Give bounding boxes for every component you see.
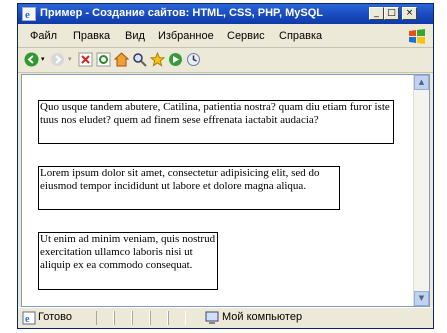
text-block-1: Quo usque tandem abutere, Catilina, pati… (38, 100, 394, 144)
status-cell (168, 311, 186, 325)
status-cell (150, 311, 168, 325)
window-title: Пример - Создание сайтов: HTML, CSS, PHP… (40, 7, 323, 19)
history-icon[interactable] (186, 52, 201, 67)
page-icon: e (22, 311, 36, 325)
scroll-down-button[interactable]: ▼ (414, 291, 429, 306)
status-bar: e Готово Мой компьютер (18, 307, 433, 328)
page-content[interactable]: Quo usque tandem abutere, Catilina, pati… (21, 74, 430, 307)
text-block-2: Lorem ipsum dolor sit amet, consectetur … (38, 166, 340, 210)
maximize-button[interactable]: □ (384, 7, 399, 20)
title-bar[interactable]: e Пример - Создание сайтов: HTML, CSS, P… (18, 4, 433, 24)
menu-bar: Файл Правка Вид Избранное Сервис Справка (18, 25, 433, 48)
menu-help[interactable]: Справка (279, 30, 322, 42)
text-block-3: Ut enim ad minim veniam, quis nostrud ex… (38, 232, 218, 290)
menu-tools[interactable]: Сервис (227, 30, 265, 42)
close-button[interactable]: × (402, 7, 417, 20)
svg-text:e: e (25, 9, 30, 21)
vertical-scrollbar[interactable]: ▲ ▼ (413, 75, 429, 306)
svg-text:e: e (25, 314, 30, 325)
computer-icon (205, 311, 219, 324)
home-icon[interactable] (114, 52, 129, 67)
scroll-up-button[interactable]: ▲ (414, 75, 429, 90)
media-icon[interactable] (168, 52, 183, 67)
menu-favorites[interactable]: Избранное (158, 30, 214, 42)
windows-logo-icon (409, 29, 425, 44)
search-icon[interactable] (132, 52, 147, 67)
status-text: Готово (38, 311, 72, 323)
forward-icon[interactable] (50, 52, 65, 67)
minimize-button[interactable]: _ (369, 7, 384, 20)
menu-view[interactable]: Вид (125, 30, 145, 42)
favorites-icon[interactable] (150, 52, 165, 67)
status-cell (114, 311, 132, 325)
menu-edit[interactable]: Правка (73, 30, 110, 42)
toolbar: ▾ ▾ (18, 48, 433, 73)
back-icon[interactable] (24, 52, 39, 67)
zone-text: Мой компьютер (222, 311, 303, 323)
chevron-down-icon[interactable]: ▾ (41, 55, 45, 63)
ie-icon: e (22, 7, 36, 21)
refresh-icon[interactable] (96, 52, 111, 67)
stop-icon[interactable] (78, 52, 93, 67)
status-cell (96, 311, 114, 325)
menu-file[interactable]: Файл (30, 30, 57, 42)
chevron-down-icon[interactable]: ▾ (68, 55, 72, 63)
status-cell (132, 311, 150, 325)
browser-window: e Пример - Создание сайтов: HTML, CSS, P… (17, 3, 434, 329)
